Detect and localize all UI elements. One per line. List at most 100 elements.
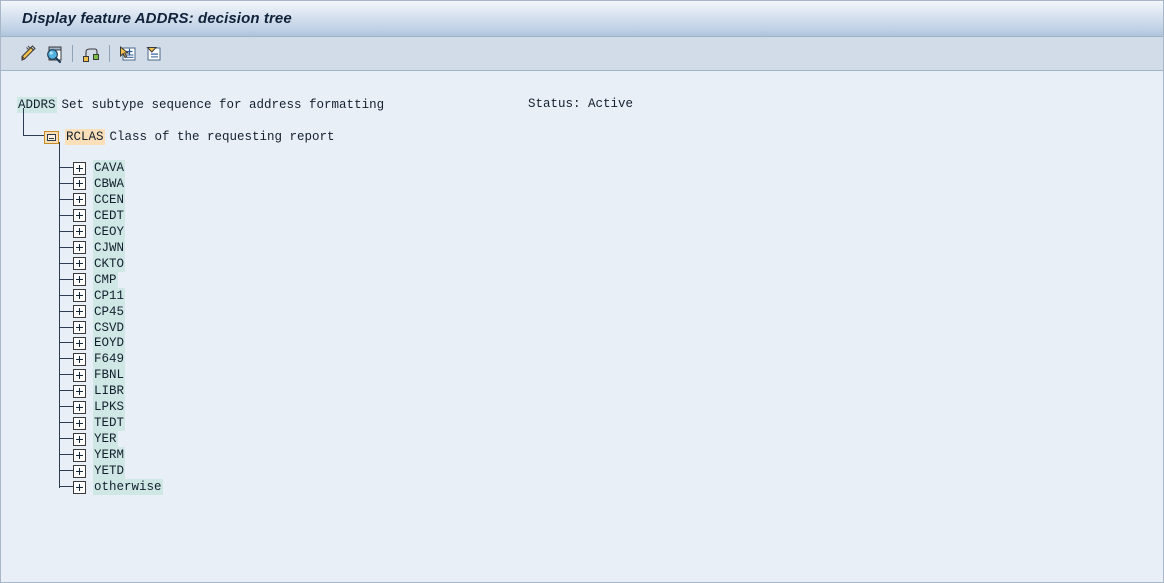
tree-node-row[interactable]: CP11 [73,287,126,304]
tree-node-row[interactable]: CEOY [73,223,126,240]
tree-root-row[interactable]: ADDRS Set subtype sequence for address f… [17,97,384,113]
tree-node-label[interactable]: YER [93,431,118,448]
expand-node-icon[interactable] [73,464,86,478]
tree-connector-horizontal [59,311,73,312]
tree-node-row[interactable]: LPKS [73,399,126,416]
tree-node-label[interactable]: CKTO [93,255,126,272]
collapse-subtree-icon [144,44,164,64]
tree-node-label[interactable]: LIBR [93,383,126,400]
tree-node-label[interactable]: CCEN [93,191,126,208]
tree-connector-horizontal [59,295,73,296]
decision-tree-panel: ADDRS Set subtype sequence for address f… [1,72,1163,582]
tree-node-row[interactable]: CCEN [73,191,126,208]
tree-connector-horizontal [59,358,73,359]
tree-node-rclas-description: Class of the requesting report [109,130,335,144]
expand-node-icon[interactable] [73,257,86,271]
expand-node-icon[interactable] [73,305,86,319]
tree-node-rclas-code[interactable]: RCLAS [65,129,105,145]
pencil-icon [18,44,38,64]
tree-connector-horizontal [59,406,73,407]
expand-node-icon[interactable] [73,400,86,414]
tree-node-row[interactable]: CP45 [73,303,126,320]
tree-node-label[interactable]: CP11 [93,287,126,304]
tree-node-row[interactable]: CKTO [73,255,126,272]
structure-button[interactable] [78,41,104,67]
tree-node-row[interactable]: CSVD [73,319,126,336]
expand-node-icon[interactable] [73,225,86,239]
toolbar-separator-1 [72,45,73,62]
toolbar-separator-2 [109,45,110,62]
expand-node-icon[interactable] [73,209,86,223]
tree-node-row[interactable]: CBWA [73,175,126,192]
tree-connector-horizontal [59,454,73,455]
window-titlebar: Display feature ADDRS: decision tree [1,1,1163,37]
tree-connector-horizontal [59,422,73,423]
expand-node-icon[interactable] [73,384,86,398]
tree-node-row[interactable]: CJWN [73,239,126,256]
expand-node-icon[interactable] [73,352,86,366]
tree-node-label[interactable]: otherwise [93,479,163,495]
page-title: Display feature ADDRS: decision tree [22,10,292,27]
tree-connector-horizontal [59,279,73,280]
collapse-all-button[interactable] [141,41,167,67]
expand-all-button[interactable] [115,41,141,67]
tree-connector-horizontal [59,342,73,343]
tree-node-label[interactable]: F649 [93,351,126,368]
tree-node-label[interactable]: CBWA [93,175,126,192]
tree-node-label[interactable]: FBNL [93,367,126,384]
tree-node-row[interactable]: EOYD [73,335,126,352]
tree-node-row[interactable]: F649 [73,351,126,368]
tree-node-label[interactable]: CMP [93,271,118,288]
toolbar-buttons [15,37,167,70]
folder-open-icon[interactable] [44,130,59,144]
expand-node-icon[interactable] [73,416,86,430]
tree-node-row[interactable]: CAVA [73,160,126,176]
tree-node-row[interactable]: YETD [73,463,126,480]
tree-node-row[interactable]: LIBR [73,383,126,400]
expand-node-icon[interactable] [73,161,86,175]
tree-connector-horizontal [59,390,73,391]
expand-node-icon[interactable] [73,289,86,303]
expand-node-icon[interactable] [73,368,86,382]
display-mode-button[interactable] [41,41,67,67]
magnifier-document-icon [44,44,64,64]
tree-node-label[interactable]: YETD [93,463,126,480]
tree-node-label[interactable]: CP45 [93,303,126,320]
tree-node-label[interactable]: CEOY [93,223,126,240]
change-mode-button[interactable] [15,41,41,67]
tree-node-row[interactable]: YERM [73,447,126,464]
tree-node-row[interactable]: CEDT [73,207,126,224]
tree-connector-root-horizontal [23,135,44,136]
tree-node-row[interactable]: FBNL [73,367,126,384]
tree-node-label[interactable]: CJWN [93,239,126,256]
expand-node-icon[interactable] [73,321,86,334]
tree-node-label[interactable]: EOYD [93,335,126,352]
expand-node-icon[interactable] [73,432,86,446]
status-badge: Status: Active [528,97,634,111]
expand-node-icon[interactable] [73,273,86,287]
tree-node-label[interactable]: YERM [93,447,126,464]
tree-connector-horizontal [59,486,73,487]
tree-node-rclas[interactable]: RCLAS Class of the requesting report [44,129,335,145]
expand-node-icon[interactable] [73,480,86,494]
expand-node-icon[interactable] [73,448,86,462]
expand-node-icon[interactable] [73,193,86,207]
tree-node-row[interactable]: otherwise [73,479,163,495]
expand-node-icon[interactable] [73,177,86,191]
tree-node-label[interactable]: CSVD [93,319,126,336]
tree-connector-root-vertical [23,108,24,135]
expand-node-icon[interactable] [73,241,86,255]
tree-node-label[interactable]: CEDT [93,207,126,224]
expand-node-icon[interactable] [73,336,86,350]
tree-node-label[interactable]: LPKS [93,399,126,416]
tree-node-label[interactable]: CAVA [93,160,126,176]
tree-connector-children-spine [59,142,60,488]
tree-node-row[interactable]: CMP [73,271,118,288]
tree-node-row[interactable]: YER [73,431,118,448]
tree-node-label[interactable]: TEDT [93,415,126,432]
tree-connector-horizontal [59,199,73,200]
tree-connector-horizontal [59,167,73,168]
tree-connector-horizontal [59,327,73,328]
tree-node-row[interactable]: TEDT [73,415,126,432]
tree-connector-horizontal [59,247,73,248]
